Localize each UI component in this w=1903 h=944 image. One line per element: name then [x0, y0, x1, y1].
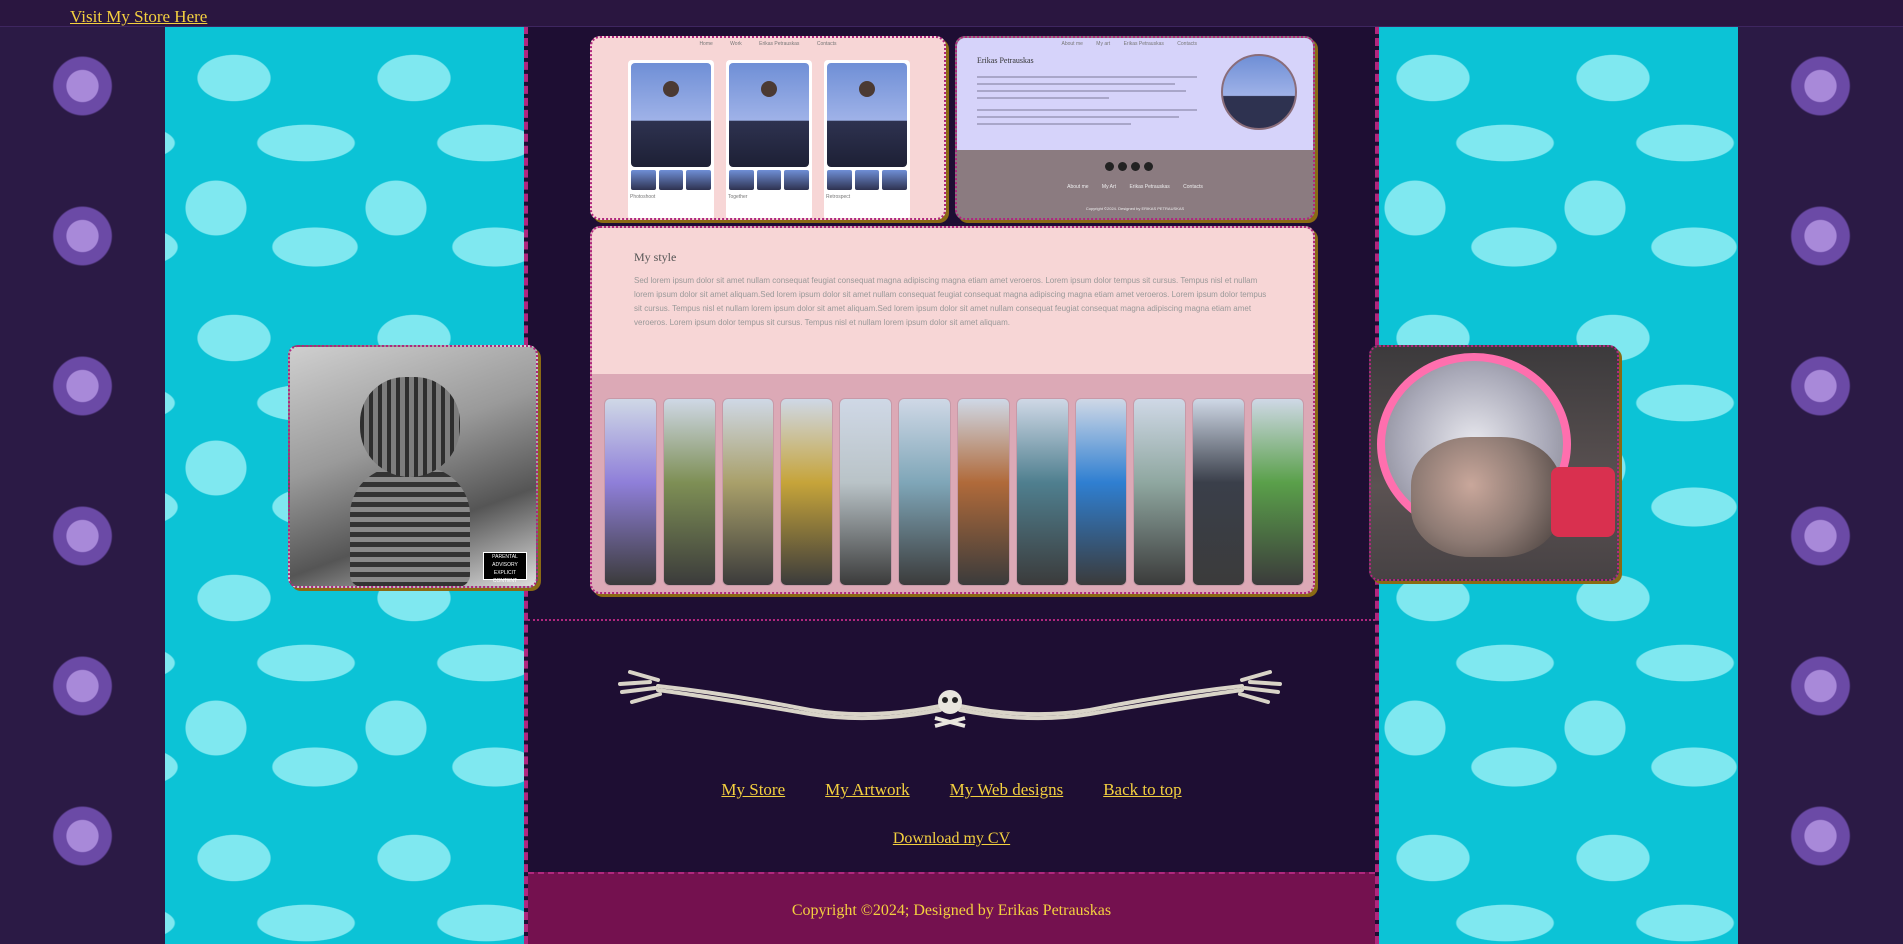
my-artwork-link[interactable]: My Artwork [825, 780, 910, 799]
landscape-strip [604, 398, 657, 586]
preview-nav: About me My art Erikas Petrauskas Contac… [1056, 41, 1204, 47]
cat-body [350, 467, 470, 586]
landscape-strip [1251, 398, 1304, 586]
preview-profile-card: Together [726, 60, 812, 218]
preview-footer-link: Contacts [1183, 184, 1203, 190]
profile-photo [631, 63, 711, 167]
my-style-title: My style [634, 250, 677, 264]
preview-social-icons [1105, 162, 1153, 171]
preview-nav: Home Work Erikas Petrauskas Contacts [592, 41, 944, 51]
cat-face [360, 377, 460, 477]
landscape-strip [956, 398, 1010, 586]
my-style-card[interactable]: My style Sed lorem ipsum dolor sit amet … [590, 226, 1315, 594]
preview-footer-link: My Art [1101, 184, 1117, 190]
instagram-icon [1118, 162, 1127, 171]
preview-nav-item: Erikas Petrauskas [759, 41, 800, 47]
right-roses-decoration [1738, 26, 1903, 944]
cat-body [1411, 437, 1561, 557]
preview-footer-links: About me My Art Erikas Petrauskas Contac… [957, 184, 1313, 190]
skeleton-arms-decoration [618, 670, 1282, 728]
landscape-strip [898, 398, 951, 586]
my-web-designs-link[interactable]: My Web designs [950, 780, 1064, 799]
cat-vest [1551, 467, 1615, 537]
profile-photo [827, 63, 907, 167]
preview-nav-item: Contacts [816, 41, 837, 47]
preview-text-lines [977, 76, 1197, 130]
whatsapp-icon [1105, 162, 1114, 171]
preview-footer-link: Erikas Petrauskas [1129, 184, 1170, 190]
preview-avatar [1221, 54, 1297, 130]
landscape-strip [662, 398, 716, 586]
landscape-strip [1074, 398, 1128, 586]
profile-thumbs [631, 170, 712, 190]
cat-photo-right [1369, 345, 1619, 581]
landscape-strip [1192, 398, 1246, 586]
download-cv-link[interactable]: Download my CV [893, 830, 1010, 847]
preview-nav-item: About me [1061, 41, 1083, 47]
preview-profile-card: Retrospect [824, 60, 910, 218]
landscape-strip [839, 398, 893, 586]
preview-name: Erikas Petrauskas [977, 56, 1034, 65]
landscape-strip [721, 398, 775, 586]
web-design-preview-2[interactable]: About me My art Erikas Petrauskas Contac… [955, 36, 1315, 220]
cv-download: Download my CV [528, 830, 1375, 848]
my-style-body: Sed lorem ipsum dolor sit amet nullam co… [634, 276, 1267, 327]
profile-photo [729, 63, 809, 167]
profile-thumbs [729, 170, 810, 190]
left-roses-decoration [0, 26, 165, 944]
landscape-strip [1133, 398, 1187, 586]
preview-copyright: Copyright ©2024. Designed by ERIKAS PETR… [1085, 206, 1185, 211]
footer-nav: My Store My Artwork My Web designs Back … [528, 780, 1375, 800]
landscape-strips [604, 398, 1304, 586]
profile-thumbs [827, 170, 908, 190]
preview-header-area: About me My art Erikas Petrauskas Contac… [957, 38, 1313, 150]
profile-caption: Photoshoot [630, 194, 656, 200]
my-style-text-area: My style Sed lorem ipsum dolor sit amet … [592, 228, 1313, 374]
my-store-link[interactable]: My Store [721, 780, 785, 799]
profile-caption: Retrospect [826, 194, 851, 200]
preview-profile-card: Photoshoot [628, 60, 714, 218]
cat-photo-left: PARENTAL ADVISORY EXPLICIT CONTENT [288, 345, 538, 588]
preview-nav-item: Contacts [1177, 41, 1197, 47]
top-bar: Visit My Store Here [0, 0, 1903, 27]
preview-nav-item: Work [730, 41, 742, 47]
copyright-text: Copyright ©2024; Designed by Erikas Petr… [791, 902, 1112, 919]
preview-nav-item: Home [699, 41, 713, 47]
preview-nav-item: Erikas Petrauskas [1123, 41, 1164, 47]
section-divider [528, 619, 1375, 621]
profile-caption: Together [728, 194, 748, 200]
twitter-icon [1144, 162, 1153, 171]
page-footer: Copyright ©2024; Designed by Erikas Petr… [528, 872, 1375, 944]
landscape-strip [780, 398, 834, 586]
back-to-top-link[interactable]: Back to top [1103, 780, 1181, 799]
landscape-strip [1015, 398, 1069, 586]
preview-footer-link: About me [1067, 184, 1089, 190]
preview-nav-item: My art [1096, 41, 1111, 47]
facebook-icon [1131, 162, 1140, 171]
web-design-preview-1[interactable]: Home Work Erikas Petrauskas Contacts Pho… [590, 36, 946, 220]
visit-store-link[interactable]: Visit My Store Here [70, 7, 207, 27]
parental-advisory-label: PARENTAL ADVISORY EXPLICIT CONTENT [483, 552, 527, 584]
